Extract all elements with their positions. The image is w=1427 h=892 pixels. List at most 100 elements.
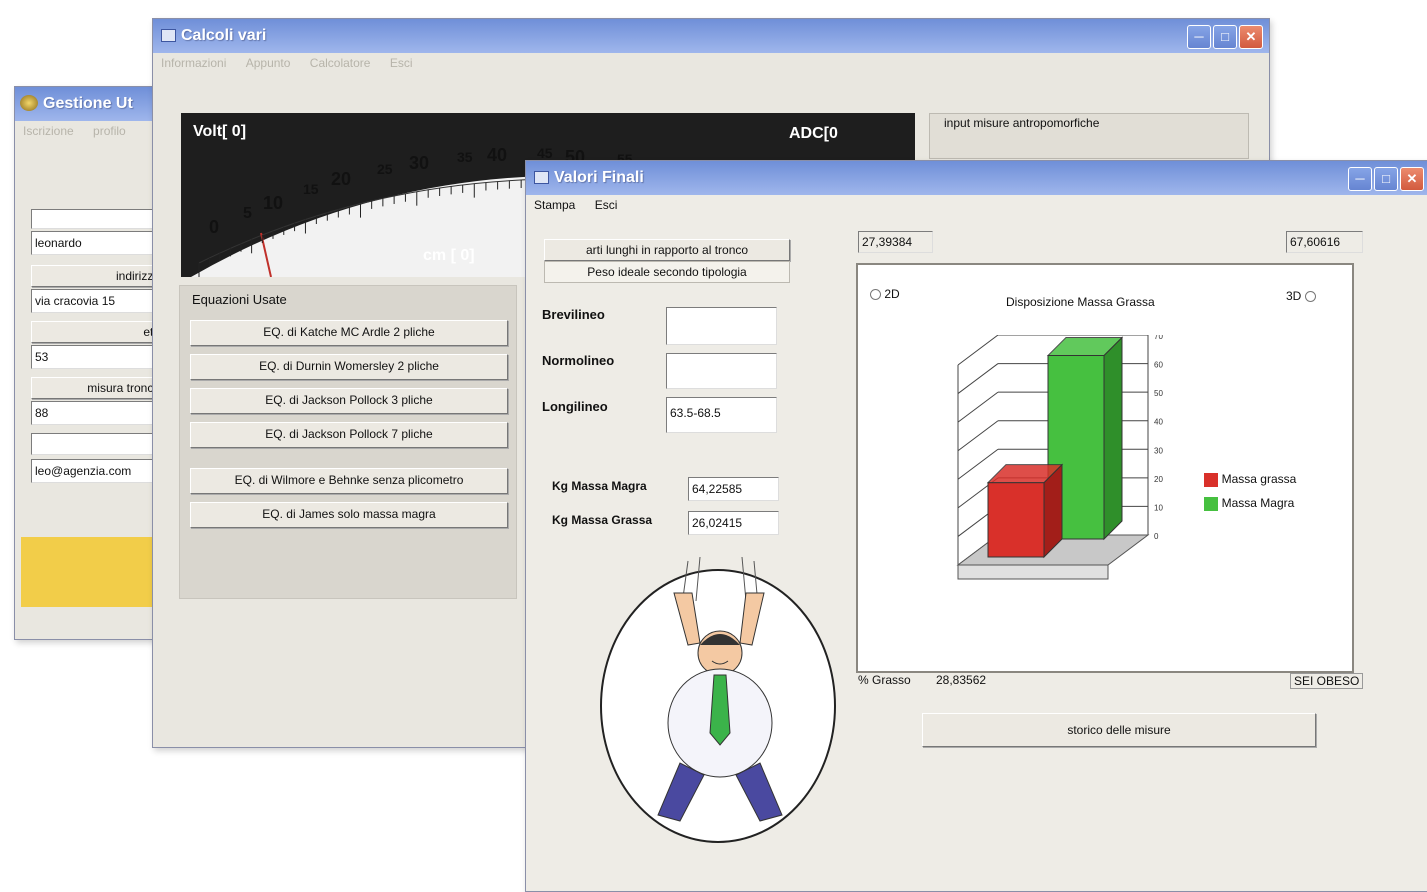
percent-grasso-value: 28,83562 bbox=[936, 673, 987, 687]
bar-massa-grassa bbox=[987, 482, 1045, 558]
gestione-title: Gestione Ut bbox=[43, 95, 133, 112]
eq-durnin-womersley-button[interactable]: EQ. di Durnin Womersley 2 pliche bbox=[190, 354, 508, 380]
radio-3d-circle[interactable] bbox=[1304, 291, 1316, 303]
equations-panel: Equazioni Usate EQ. di Katche MC Ardle 2… bbox=[179, 285, 517, 599]
menu-iscrizione[interactable]: Iscrizione bbox=[15, 121, 82, 138]
cm-readout: cm [ 0] bbox=[423, 247, 475, 264]
radio-2d-label: 2D bbox=[884, 287, 900, 301]
menu-informazioni[interactable]: Informazioni bbox=[153, 53, 234, 70]
brevilineo-field[interactable] bbox=[666, 307, 777, 345]
legend-swatch-magra bbox=[1204, 496, 1218, 511]
bar-massa-magra-side bbox=[1103, 336, 1123, 541]
legend-item-grassa: Massa grassa bbox=[1204, 471, 1296, 495]
menu-calcolatore[interactable]: Calcolatore bbox=[302, 53, 379, 70]
scale-5: 5 bbox=[243, 205, 252, 222]
eq-wilmore-behnke-button[interactable]: EQ. di Wilmore e Behnke senza plicometro bbox=[190, 468, 508, 494]
scale-10: 10 bbox=[263, 193, 284, 213]
eq-jackson-pollock-7-button[interactable]: EQ. di Jackson Pollock 7 pliche bbox=[190, 422, 508, 448]
y-tick-label: 60 bbox=[1154, 361, 1163, 370]
menu-appunto[interactable]: Appunto bbox=[238, 53, 299, 70]
y-tick-label: 30 bbox=[1154, 446, 1163, 455]
eq-james-button[interactable]: EQ. di James solo massa magra bbox=[190, 502, 508, 528]
close-button[interactable]: ✕ bbox=[1400, 167, 1424, 191]
gridline-side bbox=[957, 391, 999, 423]
tronco-field[interactable]: 88 bbox=[31, 401, 166, 425]
radio-2d[interactable]: 2D bbox=[870, 287, 900, 301]
massa-magra-label: Kg Massa Magra bbox=[552, 479, 647, 493]
maximize-button[interactable]: □ bbox=[1374, 167, 1398, 191]
chart-plot: 0 10 20 30 40 50 60 70 bbox=[956, 335, 1163, 580]
valori-title: Valori Finali bbox=[554, 169, 644, 186]
radio-3d[interactable]: 3D bbox=[1286, 289, 1316, 303]
indirizzo-label: indirizzo bbox=[31, 265, 165, 287]
storico-misure-button[interactable]: storico delle misure bbox=[922, 713, 1316, 747]
equations-title: Equazioni Usate bbox=[192, 292, 287, 307]
radio-3d-label: 3D bbox=[1286, 289, 1302, 303]
valori-menubar: Stampa Esci bbox=[526, 195, 1427, 217]
volt-readout: Volt[ 0] bbox=[193, 123, 247, 140]
window-icon bbox=[534, 171, 549, 184]
eq-jackson-pollock-3-button[interactable]: EQ. di Jackson Pollock 3 pliche bbox=[190, 388, 508, 414]
scale-20: 20 bbox=[331, 169, 352, 189]
y-tick-label: 20 bbox=[1154, 475, 1163, 484]
legend-label-magra: Massa Magra bbox=[1221, 496, 1295, 510]
calcoli-title: Calcoli vari bbox=[181, 27, 267, 44]
legend-label-grassa: Massa grassa bbox=[1221, 472, 1297, 486]
scale-15: 15 bbox=[303, 181, 319, 197]
tronco-label: misura tronco bbox=[31, 377, 165, 399]
massa-grassa-field[interactable]: 26,02415 bbox=[688, 511, 779, 535]
eq-katch-mcardle-button[interactable]: EQ. di Katche MC Ardle 2 pliche bbox=[190, 320, 508, 346]
status-label: SEI OBESO bbox=[1290, 673, 1364, 689]
window-icon bbox=[161, 29, 176, 42]
chart-title: Disposizione Massa Grassa bbox=[1006, 295, 1155, 309]
calcoli-menubar: Informazioni Appunto Calcolatore Esci bbox=[153, 53, 1269, 75]
adc-readout: ADC[0 bbox=[789, 125, 838, 142]
massa-grassa-label: Kg Massa Grassa bbox=[552, 513, 653, 527]
scale-45: 45 bbox=[537, 145, 553, 161]
longilineo-field[interactable]: 63.5-68.5 bbox=[666, 397, 777, 433]
name-field[interactable]: leonardo bbox=[31, 231, 166, 255]
email-field[interactable]: leo@agenzia.com bbox=[31, 459, 166, 483]
valori-titlebar[interactable]: Valori Finali ─ □ ✕ bbox=[526, 161, 1427, 195]
menu-esci[interactable]: Esci bbox=[382, 53, 421, 70]
input-misure-label: input misure antropomorfiche bbox=[944, 116, 1100, 130]
top-left-value: 27,39384 bbox=[858, 231, 933, 253]
indirizzo-field[interactable]: via cracovia 15 bbox=[31, 289, 166, 313]
scale-0: 0 bbox=[209, 217, 220, 237]
y-tick-label: 50 bbox=[1154, 389, 1163, 398]
y-tick-label: 10 bbox=[1154, 503, 1163, 512]
radio-2d-circle[interactable] bbox=[870, 289, 881, 301]
normolineo-label: Normolineo bbox=[542, 353, 615, 368]
blank-field[interactable] bbox=[31, 433, 166, 455]
y-tick-label: 0 bbox=[1154, 532, 1159, 541]
menu-esci[interactable]: Esci bbox=[587, 195, 626, 212]
eta-label: eta bbox=[31, 321, 165, 343]
maximize-button[interactable]: □ bbox=[1213, 25, 1237, 49]
menu-stampa[interactable]: Stampa bbox=[526, 195, 583, 212]
chart-legend: Massa grassa Massa Magra bbox=[1204, 471, 1296, 519]
top-right-value: 67,60616 bbox=[1286, 231, 1363, 253]
gridline-side bbox=[957, 448, 999, 480]
close-button[interactable]: ✕ bbox=[1239, 25, 1263, 49]
menu-profilo[interactable]: profilo bbox=[85, 121, 134, 138]
app-icon bbox=[20, 95, 38, 111]
arti-lunghi-button[interactable]: arti lunghi in rapporto al tronco bbox=[544, 239, 790, 261]
calcoli-titlebar[interactable]: Calcoli vari ─ □ ✕ bbox=[153, 19, 1269, 53]
brevilineo-label: Brevilineo bbox=[542, 307, 605, 322]
percent-grasso-label: % Grasso bbox=[858, 673, 911, 687]
scale-30: 30 bbox=[409, 153, 430, 173]
gridline-side bbox=[957, 363, 999, 394]
minimize-button[interactable]: ─ bbox=[1348, 167, 1372, 191]
legend-item-magra: Massa Magra bbox=[1204, 495, 1296, 519]
scale-40: 40 bbox=[487, 145, 508, 165]
valori-window: Valori Finali ─ □ ✕ Stampa Esci arti lun… bbox=[525, 160, 1427, 892]
minimize-button[interactable]: ─ bbox=[1187, 25, 1211, 49]
longilineo-label: Longilineo bbox=[542, 399, 608, 414]
obese-man-illustration bbox=[600, 556, 836, 843]
massa-magra-field[interactable]: 64,22585 bbox=[688, 477, 779, 501]
normolineo-field[interactable] bbox=[666, 353, 777, 389]
peso-ideale-label: Peso ideale secondo tipologia bbox=[544, 261, 790, 283]
eta-field[interactable]: 53 bbox=[31, 345, 166, 369]
chart-frame: 2D 3D Disposizione Massa Grassa 0 10 20 30 4… bbox=[856, 263, 1354, 673]
name-label-box bbox=[31, 209, 166, 229]
